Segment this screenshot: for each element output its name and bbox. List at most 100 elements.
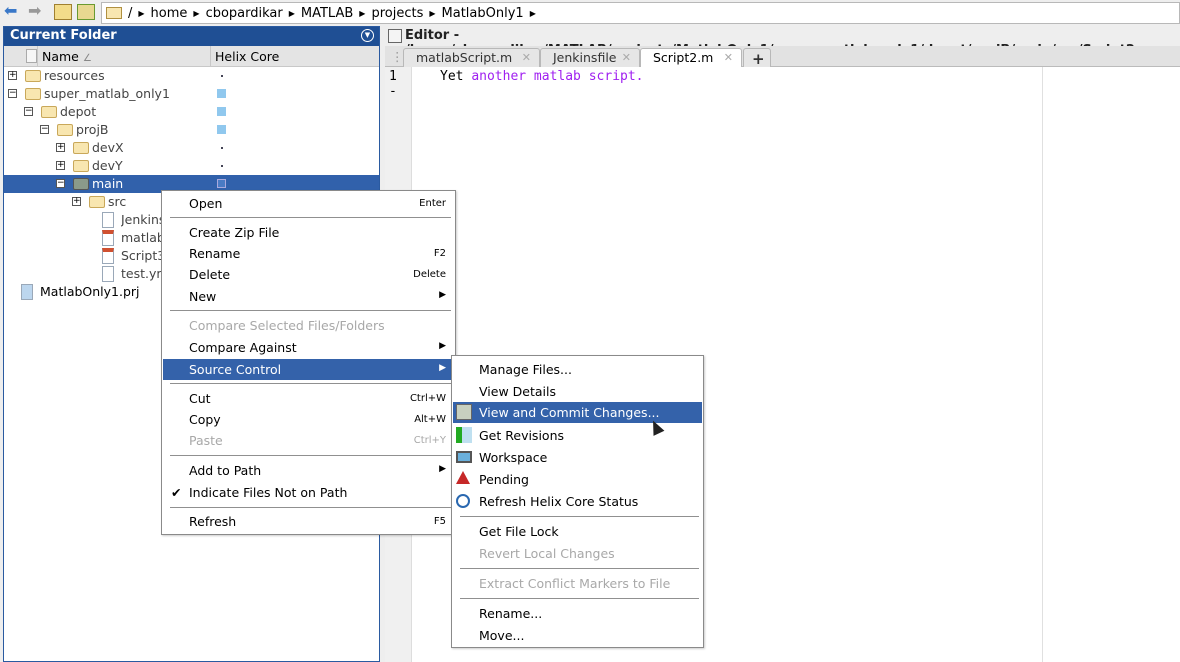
- menu-item-source-control[interactable]: Source Control ▶: [163, 359, 454, 380]
- collapse-icon[interactable]: −: [8, 89, 17, 98]
- tree-row[interactable]: + devY: [4, 157, 379, 175]
- helix-status-icon: [217, 107, 226, 116]
- menu-item-label: Delete: [189, 267, 231, 282]
- close-tab-icon[interactable]: ✕: [522, 51, 531, 64]
- path-separator-icon[interactable]: ▶: [289, 9, 295, 18]
- path-separator-icon[interactable]: ▶: [429, 9, 435, 18]
- tab-label: Script2.m: [653, 50, 714, 65]
- tree-row[interactable]: + devX: [4, 139, 379, 157]
- folder-icon: [89, 196, 105, 208]
- menu-item-copy[interactable]: Copy Alt+W: [163, 409, 454, 430]
- menu-item-get-file-lock[interactable]: Get File Lock: [453, 521, 702, 542]
- up-folder-icon[interactable]: [54, 4, 72, 20]
- menu-item-compare-selected-files-folders: Compare Selected Files/Folders: [163, 315, 454, 336]
- menu-separator: [460, 568, 699, 569]
- expand-icon[interactable]: +: [56, 161, 65, 170]
- menu-item-label: Get Revisions: [479, 428, 565, 443]
- path-segment[interactable]: MatlabOnly1: [442, 6, 524, 21]
- menu-item-extract-conflict-markers-to-file: Extract Conflict Markers to File: [453, 573, 702, 594]
- collapse-icon[interactable]: −: [56, 179, 65, 188]
- column-name-label: Name: [42, 49, 79, 64]
- menu-item-refresh-helix-core-status[interactable]: Refresh Helix Core Status: [453, 491, 702, 512]
- column-header: Name ∠ Helix Core: [4, 46, 379, 67]
- menu-item-rename[interactable]: Rename F2: [163, 243, 454, 264]
- tree-row[interactable]: − projB: [4, 121, 379, 139]
- menu-item-rename[interactable]: Rename...: [453, 603, 702, 624]
- checkmark-icon: ✔: [171, 485, 182, 500]
- address-bar[interactable]: / ▶ home ▶ cbopardikar ▶ MATLAB ▶ projects ▶ …: [101, 2, 1180, 24]
- tree-row[interactable]: + resources: [4, 67, 379, 85]
- tree-row-label: Jenkinsfile: [121, 212, 161, 227]
- breakpoint-marker[interactable]: -: [389, 84, 397, 99]
- tree-row[interactable]: − super_matlab_only1: [4, 85, 379, 103]
- folder-icon: [73, 142, 89, 154]
- submenu-arrow-icon: ▶: [439, 341, 446, 351]
- path-segment[interactable]: /: [128, 6, 132, 21]
- path-segment[interactable]: cbopardikar: [206, 6, 283, 21]
- column-helix-core[interactable]: Helix Core: [211, 46, 379, 67]
- tree-row-label: resources: [44, 68, 105, 83]
- shortcut-label: Ctrl+W: [409, 393, 446, 404]
- close-tab-icon[interactable]: ✕: [622, 51, 631, 64]
- file-type-column-icon[interactable]: [26, 49, 37, 63]
- browse-folder-icon[interactable]: [77, 4, 95, 20]
- path-separator-icon[interactable]: ▶: [193, 9, 199, 18]
- shortcut-label: Ctrl+Y: [413, 435, 446, 446]
- expand-icon[interactable]: +: [56, 143, 65, 152]
- tree-row-label: projB: [76, 122, 109, 137]
- add-tab-button[interactable]: +: [743, 48, 771, 68]
- editor-pencil-icon: [388, 29, 402, 43]
- menu-item-create-zip-file[interactable]: Create Zip File: [163, 222, 454, 243]
- menu-item-compare-against[interactable]: Compare Against ▶: [163, 337, 454, 358]
- menu-item-label: Refresh: [189, 514, 237, 529]
- menu-item-add-to-path[interactable]: Add to Path ▶: [163, 460, 454, 481]
- collapse-icon[interactable]: −: [40, 125, 49, 134]
- column-name[interactable]: Name ∠: [38, 46, 211, 67]
- expand-icon[interactable]: +: [8, 71, 17, 80]
- menu-item-label: View and Commit Changes...: [479, 405, 660, 420]
- tree-row-label: devX: [92, 140, 124, 155]
- menu-item-label: Revert Local Changes: [479, 546, 615, 561]
- matlab-file-icon: [102, 248, 114, 264]
- path-separator-icon[interactable]: ▶: [138, 9, 144, 18]
- menu-item-label: Cut: [189, 391, 211, 406]
- collapse-icon[interactable]: −: [24, 107, 33, 116]
- menu-item-new[interactable]: New ▶: [163, 286, 454, 307]
- panel-actions-icon[interactable]: ▼: [361, 29, 374, 42]
- menu-item-label: Pending: [479, 472, 529, 487]
- menu-item-cut[interactable]: Cut Ctrl+W: [163, 388, 454, 409]
- expand-icon[interactable]: +: [72, 197, 81, 206]
- menu-separator: [460, 598, 699, 599]
- menu-item-indicate-files-not-on-path[interactable]: Indicate Files Not on Path ✔: [163, 482, 454, 503]
- tab-script2[interactable]: Script2.m ✕: [640, 48, 742, 67]
- tab-matlabscript[interactable]: matlabScript.m ✕: [403, 48, 540, 67]
- menu-item-delete[interactable]: Delete Delete: [163, 264, 454, 285]
- menu-item-refresh[interactable]: Refresh F5: [163, 511, 454, 532]
- path-segment[interactable]: projects: [371, 6, 423, 21]
- code-line[interactable]: Yet another matlab script.: [440, 69, 644, 84]
- menu-item-pending[interactable]: Pending: [453, 469, 702, 490]
- close-tab-icon[interactable]: ✕: [724, 51, 733, 64]
- tab-label: matlabScript.m: [416, 50, 513, 65]
- path-separator-icon[interactable]: ▶: [359, 9, 365, 18]
- path-segment[interactable]: home: [151, 6, 188, 21]
- menu-item-view-and-commit-changes[interactable]: View and Commit Changes...: [453, 402, 702, 423]
- menu-item-open[interactable]: Open Enter: [163, 193, 454, 214]
- menu-item-move[interactable]: Move...: [453, 625, 702, 646]
- tree-row[interactable]: − depot: [4, 103, 379, 121]
- shortcut-label: Alt+W: [414, 414, 446, 425]
- path-separator-icon[interactable]: ▶: [530, 9, 536, 18]
- back-arrow-icon[interactable]: ⬅: [4, 1, 22, 20]
- menu-item-workspace[interactable]: Workspace: [453, 447, 702, 468]
- menu-item-get-revisions[interactable]: Get Revisions: [453, 425, 702, 446]
- forward-arrow-icon[interactable]: ➡: [28, 1, 46, 20]
- monitor-icon: [456, 451, 472, 463]
- menu-item-label: Manage Files...: [479, 362, 572, 377]
- submenu-arrow-icon: ▶: [439, 290, 446, 300]
- path-segment[interactable]: MATLAB: [301, 6, 353, 21]
- tab-grip-icon[interactable]: ⋮: [391, 49, 404, 64]
- menu-separator: [170, 455, 451, 456]
- menu-item-view-details[interactable]: View Details: [453, 381, 702, 402]
- menu-item-manage-files[interactable]: Manage Files...: [453, 359, 702, 380]
- tab-jenkinsfile[interactable]: Jenkinsfile ✕: [540, 48, 640, 67]
